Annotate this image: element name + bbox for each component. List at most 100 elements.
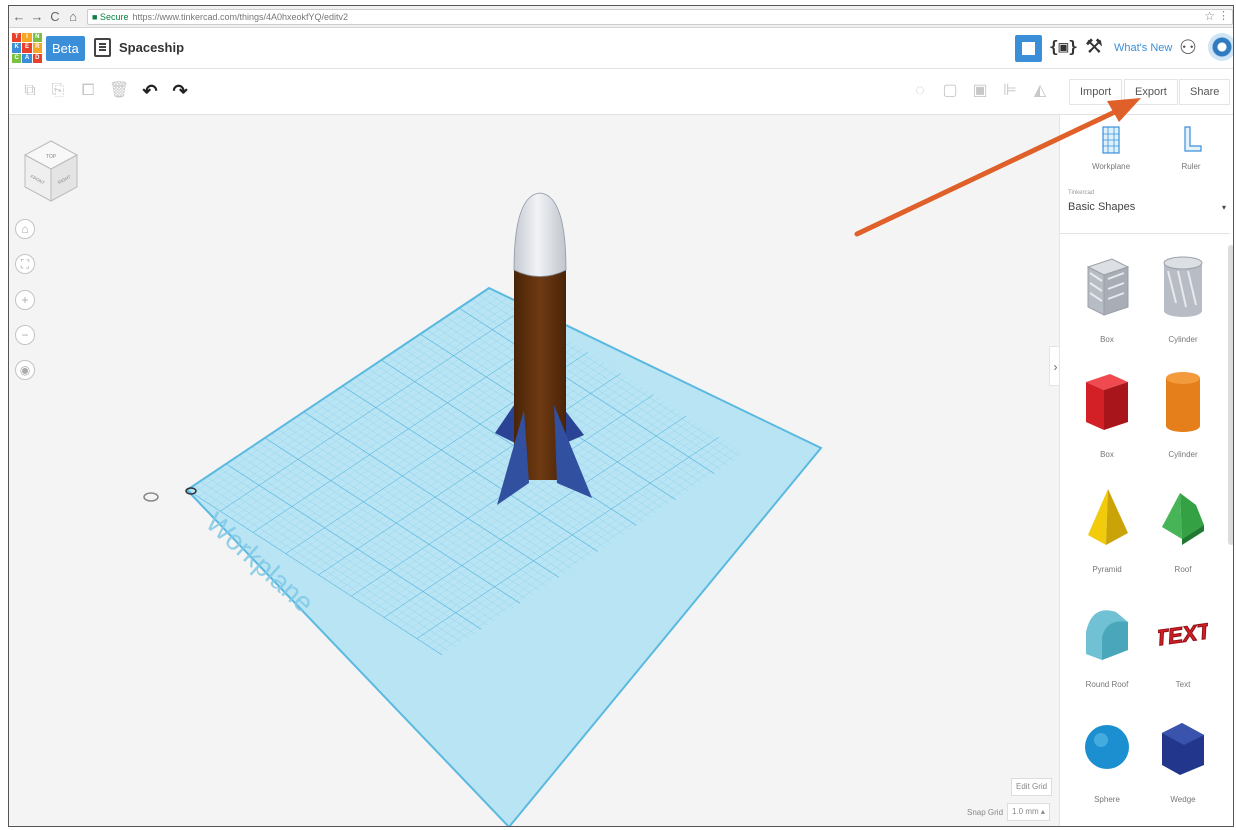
workplane-tool[interactable]: Workplane <box>1076 125 1146 171</box>
shape-tile-cylinder[interactable]: Cylinder <box>1146 245 1220 345</box>
ruler-icon <box>1184 126 1202 152</box>
back-icon[interactable]: ← <box>11 9 27 25</box>
tinkercad-window: ← → C ⌂ ■ Secure https://www.tinkercad.c… <box>8 5 1234 827</box>
browser-bar: ← → C ⌂ ■ Secure https://www.tinkercad.c… <box>9 6 1233 28</box>
export-button[interactable]: Export <box>1124 79 1178 105</box>
box-shape-icon <box>1086 374 1128 430</box>
edit-toolbar: ⧉ ⎘ ⧠ 🗑 ↶ ↷ ◌ ▢ ▣ ⊫ ◭ Import Export Shar… <box>9 69 1233 115</box>
ortho-view-icon[interactable]: ◉ <box>15 360 35 380</box>
shape-label: Box <box>1100 450 1114 459</box>
cylinder-shape-icon <box>1166 372 1200 432</box>
shape-tile-text[interactable]: TEXT Text <box>1146 590 1220 690</box>
bookmark-star-icon[interactable]: ☆ <box>1204 9 1215 23</box>
3d-view-button[interactable] <box>1015 35 1042 62</box>
workplane-icon <box>1102 126 1120 154</box>
logo-letter: E <box>22 43 32 53</box>
logo-letter: N <box>32 33 42 43</box>
home-icon[interactable]: ⌂ <box>65 9 81 25</box>
add-user-icon[interactable]: ⚇ <box>1179 35 1197 60</box>
logo-letter: C <box>12 53 22 63</box>
logo-letter: R <box>32 43 42 53</box>
3d-viewport[interactable]: Workplane TOP FRONT RIGHT ⌂ ⛶ + − ◉ Edit… <box>9 115 1059 827</box>
logo-letter: I <box>22 33 32 43</box>
shape-label: Round Roof <box>1085 680 1129 689</box>
duplicate-icon[interactable]: ⧠ <box>79 81 97 101</box>
workplane-tool-label: Workplane <box>1091 162 1131 171</box>
shape-tile-box[interactable]: Box <box>1070 245 1144 345</box>
shape-tile-roof[interactable]: Roof <box>1146 475 1220 575</box>
shape-label: Cylinder <box>1168 335 1198 344</box>
svg-text:TEXT: TEXT <box>1158 618 1208 651</box>
panel-scrollbar[interactable] <box>1228 245 1233 545</box>
snap-grid-select[interactable]: 1.0 mm ▴ <box>1007 803 1050 821</box>
cylinder-shape-icon <box>1163 256 1203 317</box>
light-icon[interactable]: ◌ <box>911 81 929 101</box>
workplane[interactable] <box>185 286 823 827</box>
logo-letter: A <box>22 53 32 63</box>
zoom-out-icon[interactable]: − <box>15 325 35 345</box>
box-shape-icon <box>1086 258 1130 316</box>
delete-icon[interactable]: 🗑 <box>109 81 129 101</box>
shape-tile-wedge[interactable]: Wedge <box>1146 705 1220 805</box>
tinkercad-logo[interactable]: TINKERCAD <box>12 33 42 63</box>
secure-badge: ■ Secure <box>92 11 129 22</box>
app-header: TINKERCAD Beta Spaceship {▣} ⚒ What's Ne… <box>9 28 1233 69</box>
browser-menu-icon[interactable]: ⋮ <box>1218 9 1229 22</box>
share-button[interactable]: Share <box>1179 79 1231 105</box>
undo-icon[interactable]: ↶ <box>141 81 159 101</box>
shape-tile-sphere[interactable]: Sphere <box>1070 705 1144 805</box>
ruler-origin-icon <box>143 492 159 502</box>
sphere-shape-icon <box>1085 725 1129 769</box>
design-menu-icon[interactable] <box>94 38 111 57</box>
forward-icon[interactable]: → <box>29 9 45 25</box>
align-icon[interactable]: ⊫ <box>1001 81 1019 101</box>
group-icon[interactable]: ▢ <box>941 81 959 101</box>
cube-top-label: TOP <box>46 154 57 160</box>
snap-grid-label: Snap Grid <box>967 808 1004 817</box>
logo-letter: T <box>12 33 22 43</box>
zoom-in-icon[interactable]: + <box>15 290 35 310</box>
ungroup-icon[interactable]: ▣ <box>971 81 989 101</box>
shape-tile-cylinder[interactable]: Cylinder <box>1146 360 1220 460</box>
avatar[interactable] <box>1208 33 1233 61</box>
shape-label: Roof <box>1174 565 1192 574</box>
chevron-down-icon[interactable]: ▾ <box>1222 203 1226 212</box>
shape-tile-round-roof[interactable]: Round Roof <box>1070 590 1144 690</box>
logo-letter: D <box>32 53 42 63</box>
wedge-shape-icon <box>1162 723 1204 775</box>
mirror-icon[interactable]: ◭ <box>1031 81 1049 101</box>
roof-shape-icon <box>1162 493 1204 545</box>
beta-badge[interactable]: Beta <box>46 36 85 61</box>
shape-label: Sphere <box>1094 795 1120 804</box>
shape-tile-pyramid[interactable]: Pyramid <box>1070 475 1144 575</box>
shapes-panel: Workplane Ruler Tinkercad Basic Shapes ▾… <box>1059 115 1233 826</box>
edit-grid-button[interactable]: Edit Grid <box>1011 778 1053 796</box>
ruler-tool[interactable]: Ruler <box>1156 125 1226 171</box>
shape-library-select[interactable]: Basic Shapes <box>1068 201 1135 213</box>
code-blocks-icon[interactable]: {▣} <box>1049 37 1078 56</box>
home-view-icon[interactable]: ⌂ <box>15 219 35 239</box>
text-shape-icon: TEXT <box>1158 618 1208 652</box>
import-button[interactable]: Import <box>1069 79 1123 105</box>
panel-divider <box>1060 233 1230 234</box>
pyramid-shape-icon <box>1088 489 1128 545</box>
library-provider: Tinkercad <box>1068 190 1095 196</box>
view-cube[interactable]: TOP FRONT RIGHT <box>23 135 79 215</box>
hammer-icon[interactable]: ⚒ <box>1085 34 1103 59</box>
shape-label: Pyramid <box>1092 565 1122 574</box>
fit-view-icon[interactable]: ⛶ <box>15 254 35 274</box>
shape-label: Wedge <box>1170 795 1196 804</box>
project-title[interactable]: Spaceship <box>119 40 184 55</box>
scene-canvas[interactable]: Workplane <box>9 115 1059 827</box>
address-bar[interactable]: ■ Secure https://www.tinkercad.com/thing… <box>87 8 1233 25</box>
redo-icon[interactable]: ↷ <box>171 81 189 101</box>
reload-icon[interactable]: C <box>47 9 63 25</box>
shape-label: Text <box>1175 680 1191 689</box>
rocket-nose-cone[interactable] <box>513 192 567 277</box>
shape-tile-box[interactable]: Box <box>1070 360 1144 460</box>
whats-new-link[interactable]: What's New <box>1114 42 1172 54</box>
paste-icon[interactable]: ⎘ <box>49 81 67 101</box>
copy-icon[interactable]: ⧉ <box>21 81 39 101</box>
shape-label: Cylinder <box>1168 450 1198 459</box>
logo-letter: K <box>12 43 22 53</box>
